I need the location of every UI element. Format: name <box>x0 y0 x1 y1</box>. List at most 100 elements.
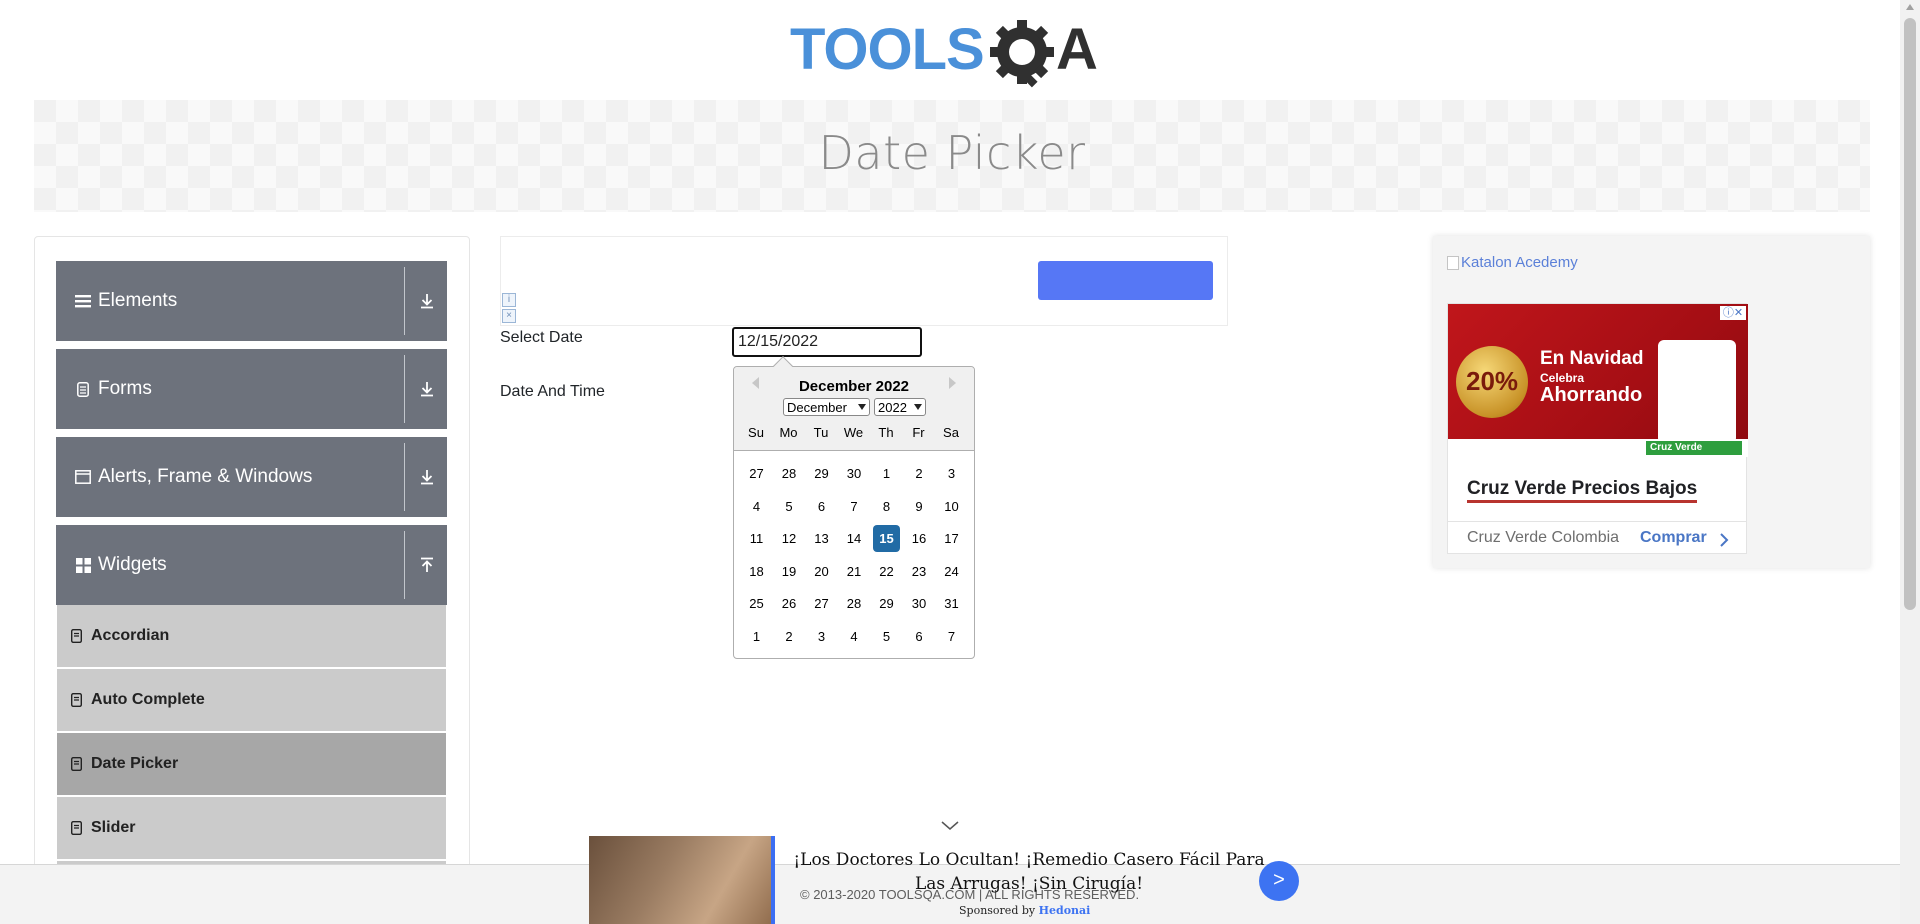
sidebar-item-accordian[interactable]: Accordian <box>57 605 446 667</box>
scroll-up-icon[interactable] <box>1906 4 1914 10</box>
weekday-label: Th <box>878 425 894 440</box>
scrollbar-thumb[interactable] <box>1904 18 1916 610</box>
sidebar-item-date-picker[interactable]: Date Picker <box>57 733 446 795</box>
top-ad-banner[interactable]: i × <box>500 236 1228 326</box>
weekday-label: Su <box>748 425 764 440</box>
ad-cta-button[interactable]: Comprar <box>1640 529 1707 547</box>
upload-arrow-icon[interactable] <box>415 552 439 578</box>
ad-close-icon[interactable]: × <box>502 309 516 323</box>
sidebar-group-elements[interactable]: Elements <box>56 261 447 341</box>
calendar-day[interactable]: 29 <box>808 460 835 487</box>
year-select[interactable]: 2022 <box>874 398 926 416</box>
ad-button[interactable] <box>1038 261 1213 300</box>
sponsored-line: Sponsored by Hedonai <box>959 904 1090 917</box>
sticky-ad-next-button[interactable]: > <box>1259 861 1299 901</box>
calendar-day[interactable]: 29 <box>873 590 900 617</box>
calendar-day[interactable]: 12 <box>776 525 803 552</box>
calendar-day[interactable]: 11 <box>743 525 770 552</box>
calendar-day[interactable]: 9 <box>906 493 933 520</box>
month-select[interactable]: December <box>783 398 870 416</box>
ad-image-line2: Celebra <box>1540 371 1585 385</box>
divider <box>404 267 405 335</box>
sidebar: Elements Forms Alerts, Frame & Windows W… <box>34 236 470 924</box>
calendar-day[interactable]: 28 <box>841 590 868 617</box>
calendar-day[interactable]: 6 <box>906 623 933 650</box>
divider <box>1448 521 1746 522</box>
calendar-day[interactable]: 17 <box>938 525 965 552</box>
calendar-day[interactable]: 26 <box>776 590 803 617</box>
book-icon <box>71 629 83 643</box>
calendar-day[interactable]: 15 <box>873 525 900 552</box>
calendar-day[interactable]: 23 <box>906 558 933 585</box>
hamburger-icon <box>72 294 94 308</box>
calendar-day[interactable]: 19 <box>776 558 803 585</box>
sticky-ad-text[interactable]: ¡Los Doctores Lo Ocultan! ¡Remedio Caser… <box>789 848 1269 896</box>
sidebar-group-alerts[interactable]: Alerts, Frame & Windows <box>56 437 447 517</box>
ad-image[interactable] <box>589 836 775 924</box>
download-arrow-icon[interactable] <box>415 288 439 314</box>
calendar-day[interactable]: 4 <box>743 493 770 520</box>
calendar-day[interactable]: 30 <box>841 460 868 487</box>
chevron-down-icon[interactable] <box>940 820 960 832</box>
cruz-verde-ad[interactable]: 20% En Navidad Celebra Ahorrando Cruz Ve… <box>1447 303 1748 554</box>
calendar-day[interactable]: 14 <box>841 525 868 552</box>
calendar-day[interactable]: 16 <box>906 525 933 552</box>
calendar-day[interactable]: 24 <box>938 558 965 585</box>
download-arrow-icon[interactable] <box>415 464 439 490</box>
calendar-day[interactable]: 6 <box>808 493 835 520</box>
ad-image[interactable]: 20% En Navidad Celebra Ahorrando Cruz Ve… <box>1448 304 1748 457</box>
ad-headline[interactable]: Cruz Verde Precios Bajos <box>1467 478 1698 503</box>
sidebar-item-auto-complete[interactable]: Auto Complete <box>57 669 446 731</box>
vertical-scrollbar[interactable] <box>1900 0 1920 924</box>
weekday-label: Sa <box>943 425 959 440</box>
ad-info-icon[interactable]: i <box>502 293 516 307</box>
calendar-day[interactable]: 27 <box>808 590 835 617</box>
sidebar-item-slider[interactable]: Slider <box>57 797 446 859</box>
katalon-ad-link[interactable]: Katalon Acedemy <box>1447 254 1578 271</box>
calendar-day[interactable]: 8 <box>873 493 900 520</box>
calendar-day[interactable]: 10 <box>938 493 965 520</box>
calendar-day[interactable]: 2 <box>776 623 803 650</box>
date-and-time-label: Date And Time <box>500 383 605 400</box>
select-date-label: Select Date <box>500 329 583 346</box>
download-arrow-icon[interactable] <box>415 376 439 402</box>
document-icon <box>72 381 94 397</box>
sidebar-item-label: Auto Complete <box>91 691 205 708</box>
calendar-day[interactable]: 7 <box>938 623 965 650</box>
weekday-label: Tu <box>813 425 829 440</box>
divider <box>404 443 405 511</box>
calendar-day[interactable]: 2 <box>906 460 933 487</box>
calendar-day[interactable]: 5 <box>776 493 803 520</box>
calendar-day[interactable]: 31 <box>938 590 965 617</box>
product-graphic <box>1658 340 1736 444</box>
broken-image-icon <box>1447 255 1459 270</box>
calendar-day[interactable]: 20 <box>808 558 835 585</box>
calendar-day[interactable]: 1 <box>873 460 900 487</box>
calendar-day[interactable]: 25 <box>743 590 770 617</box>
calendar-day[interactable]: 5 <box>873 623 900 650</box>
calendar-day[interactable]: 21 <box>841 558 868 585</box>
weekday-label: Mo <box>779 425 798 440</box>
right-ad: Katalon Acedemy 20% En Navidad Celebra A… <box>1433 236 1870 568</box>
sidebar-group-widgets[interactable]: Widgets <box>56 525 447 605</box>
ad-close-icon[interactable]: ⓘ✕ <box>1720 306 1746 320</box>
calendar-day[interactable]: 28 <box>776 460 803 487</box>
page: TOOLS A Date Picker Elements Forms Alert… <box>0 0 1920 924</box>
calendar-day[interactable]: 3 <box>808 623 835 650</box>
calendar-day[interactable]: 27 <box>743 460 770 487</box>
book-icon <box>71 821 83 835</box>
calendar-day[interactable]: 7 <box>841 493 868 520</box>
calendar-day[interactable]: 3 <box>938 460 965 487</box>
katalon-ad-text: Katalon Acedemy <box>1461 254 1578 271</box>
toolsqa-logo[interactable]: TOOLS A <box>790 14 1115 92</box>
calendar-day[interactable]: 22 <box>873 558 900 585</box>
sponsor-link[interactable]: Hedonai <box>1039 904 1091 917</box>
calendar-day[interactable]: 4 <box>841 623 868 650</box>
chevron-down-icon <box>914 404 922 410</box>
calendar-day[interactable]: 30 <box>906 590 933 617</box>
sidebar-group-forms[interactable]: Forms <box>56 349 447 429</box>
calendar-day[interactable]: 1 <box>743 623 770 650</box>
calendar-day[interactable]: 18 <box>743 558 770 585</box>
calendar-day[interactable]: 13 <box>808 525 835 552</box>
select-date-input[interactable] <box>732 327 922 357</box>
